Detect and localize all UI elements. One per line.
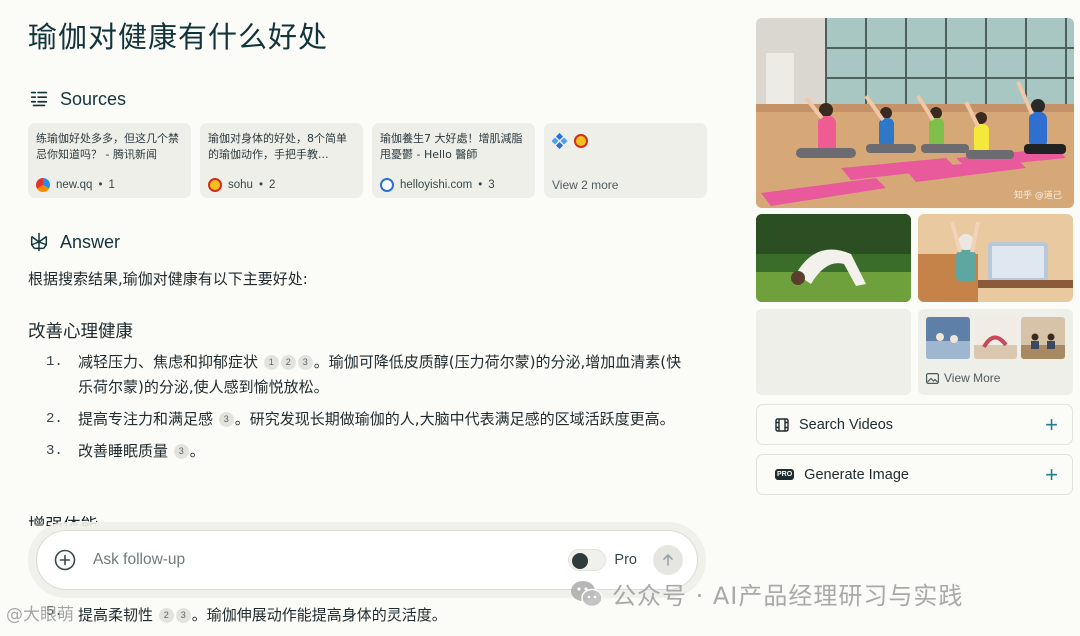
more-source-icons: [552, 131, 699, 149]
sources-heading: Sources: [28, 88, 126, 110]
image-icon: [926, 372, 939, 384]
list-item-text: 改善睡眠质量: [78, 442, 169, 460]
citation-badge[interactable]: 2: [158, 608, 174, 623]
view-more-images[interactable]: View More: [918, 309, 1073, 395]
list-item-text: 减轻压力、焦虑和抑郁症状: [78, 353, 259, 371]
list-number: 2.: [46, 411, 63, 427]
yoga-class-image: 知乎 @道己: [756, 18, 1074, 208]
thumbnail: [1021, 317, 1066, 359]
plus-icon: +: [1045, 411, 1058, 437]
list-item-detail: 。: [189, 442, 205, 460]
senior-yoga-image: [918, 214, 1073, 302]
answer-intro: 根据搜索结果,瑜伽对健康有以下主要好处:: [28, 270, 308, 288]
source-index: 2: [268, 179, 276, 191]
arrow-up-icon: [663, 553, 673, 566]
image-caption: 知乎 @道己: [1014, 189, 1062, 201]
answer-heading: Answer: [28, 231, 120, 253]
thumbnail-row: [926, 317, 1066, 359]
sources-icon: [30, 91, 48, 107]
pro-label: Pro: [614, 552, 637, 568]
source-site: new.qq: [56, 179, 93, 191]
helloyishi-favicon-icon: [380, 178, 394, 192]
yoga-image-senior[interactable]: [918, 214, 1073, 302]
citation-badge[interactable]: 3: [297, 355, 313, 370]
watermark: 公众号 · AI产品经理研习与实践: [570, 576, 963, 611]
yoga-image-outdoor[interactable]: [756, 214, 911, 302]
sources-heading-label: Sources: [60, 88, 127, 109]
pro-toggle[interactable]: [568, 549, 607, 571]
list-item-detail: 。研究发现长期做瑜伽的人,大脑中代表满足感的区域活跃度更高。: [234, 410, 675, 428]
wechat-icon: [571, 580, 603, 607]
list-item: 2. 提高专注力和满足感 3 。研究发现长期做瑜伽的人,大脑中代表满足感的区域活跃…: [46, 407, 696, 432]
plus-icon: +: [1045, 461, 1058, 487]
view-more-sources-card[interactable]: View 2 more: [544, 123, 707, 198]
source-card-1[interactable]: 练瑜伽好处多多，但这几个禁忌你知道吗？ - 腾讯新闻 new.qq • 1: [28, 123, 191, 198]
list-item-text: 提高柔韧性: [78, 606, 154, 624]
source-dot: •: [258, 179, 263, 191]
sohu-favicon-icon: [208, 178, 222, 192]
main-yoga-image[interactable]: 知乎 @道己: [756, 18, 1074, 208]
watermark-small: @大眼萌: [6, 605, 74, 625]
sohu-favicon-icon: [574, 134, 588, 148]
generate-image-label: Generate Image: [804, 466, 909, 483]
source-dot: •: [478, 179, 483, 191]
list-item-text: 提高专注力和满足感: [78, 410, 214, 428]
qq-favicon-icon: [36, 178, 50, 192]
source-site: sohu: [228, 179, 253, 191]
list-item: 3. 改善睡眠质量 3。: [46, 439, 696, 464]
citation-badge[interactable]: 3: [173, 444, 189, 459]
citation-badge[interactable]: 3: [175, 608, 191, 623]
generate-image-button[interactable]: PRO Generate Image +: [756, 454, 1073, 495]
list-item: 5. 提高柔韧性 2 3 。瑜伽伸展动作能提高身体的灵活度。: [46, 604, 447, 625]
diamond-favicon-icon: [552, 133, 568, 149]
answer-list: 1. 减轻压力、焦虑和抑郁症状 1 2 3 。瑜伽可降低皮质醇(压力荷尔蒙)的分泌,增…: [46, 350, 696, 471]
list-number: 3.: [46, 443, 63, 459]
pro-badge: PRO: [775, 469, 795, 480]
view-more-label-row: View More: [926, 371, 1065, 385]
source-card-2[interactable]: 瑜伽对身体的好处，8个简单的瑜伽动作，手把手教... sohu • 2: [200, 123, 363, 198]
send-button[interactable]: [653, 545, 683, 575]
source-site: helloyishi.com: [400, 179, 473, 191]
view-more-sources-label: View 2 more: [552, 178, 619, 192]
outdoor-yoga-image: [756, 214, 911, 302]
citation-badge[interactable]: 3: [218, 412, 234, 427]
source-title: 瑜伽对身体的好处，8个简单的瑜伽动作，手把手教...: [208, 132, 347, 161]
film-icon: [775, 417, 789, 432]
sources-list: 练瑜伽好处多多，但这几个禁忌你知道吗？ - 腾讯新闻 new.qq • 1 瑜伽…: [28, 123, 707, 198]
source-meta: sohu • 2: [208, 178, 355, 192]
source-title: 瑜伽養生7 大好處！增肌減脂甩憂鬱 - Hello 醫師: [380, 132, 523, 161]
source-card-3[interactable]: 瑜伽養生7 大好處！增肌減脂甩憂鬱 - Hello 醫師 helloyishi.…: [372, 123, 535, 198]
list-item: 1. 减轻压力、焦虑和抑郁症状 1 2 3 。瑜伽可降低皮质醇(压力荷尔蒙)的分泌,增…: [46, 350, 696, 400]
thumbnail: [926, 317, 970, 359]
list-item-detail: 。瑜伽伸展动作能提高身体的灵活度。: [191, 606, 447, 624]
answer-heading-label: Answer: [60, 231, 121, 252]
citation-badge[interactable]: 2: [280, 355, 296, 370]
watermark-text: 公众号 · AI产品经理研习与实践: [612, 582, 964, 610]
source-meta: helloyishi.com • 3: [380, 178, 527, 192]
page-title: 瑜伽对健康有什么好处: [28, 20, 329, 54]
source-index: 1: [108, 179, 115, 191]
source-dot: •: [98, 179, 103, 191]
source-title: 练瑜伽好处多多，但这几个禁忌你知道吗？ - 腾讯新闻: [36, 132, 179, 161]
followup-input[interactable]: [93, 551, 569, 569]
source-index: 3: [488, 179, 495, 191]
view-more-label: View More: [944, 371, 1001, 385]
attach-plus-icon[interactable]: [53, 548, 77, 572]
answer-logo-icon: [30, 232, 48, 252]
section-heading-mental-health: 改善心理健康: [28, 322, 133, 342]
source-meta: new.qq • 1: [36, 178, 183, 192]
search-videos-label: Search Videos: [799, 416, 894, 433]
list-number: 1.: [46, 354, 63, 370]
citation-badge[interactable]: 1: [263, 355, 279, 370]
image-placeholder: [756, 309, 911, 395]
search-videos-button[interactable]: Search Videos +: [756, 404, 1073, 445]
thumbnail: [973, 317, 1018, 359]
